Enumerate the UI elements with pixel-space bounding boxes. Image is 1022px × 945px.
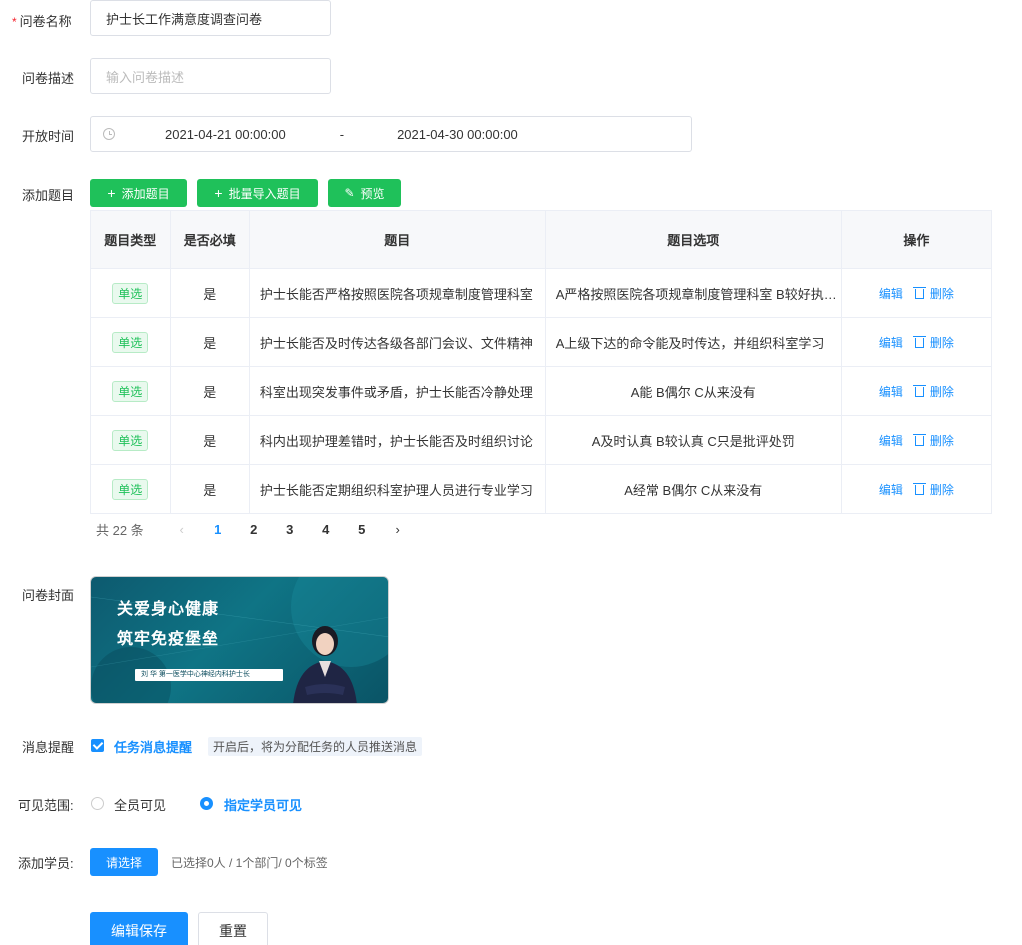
cover-caption: 刘 华 第一医学中心神经内科护士长 xyxy=(135,669,283,681)
table-row: 单选 是 科室出现突发事件或矛盾，护士长能否冷静处理 A能 B偶尔 C从来没有 … xyxy=(90,366,993,416)
radio-all[interactable] xyxy=(91,797,104,810)
type-tag: 单选 xyxy=(112,478,149,500)
end-time[interactable]: 2021-04-30 00:00:00 xyxy=(397,127,518,142)
trash-icon[interactable] xyxy=(912,433,926,446)
required-cell: 是 xyxy=(169,268,250,318)
date-range-picker[interactable]: 2021-04-21 00:00:00 - 2021-04-30 00:00:0… xyxy=(90,116,692,152)
cover-image[interactable]: 关爱身心健康 筑牢免疫堡垒 刘 华 第一医学中心神经内科护士长 xyxy=(90,576,389,704)
range-separator: - xyxy=(339,126,345,142)
delete-link[interactable]: 删除 xyxy=(930,336,954,350)
table-row: 单选 是 科内出现护理差错时，护士长能否及时组织讨论 A及时认真 B较认真 C只… xyxy=(90,415,993,465)
page-2[interactable]: 2 xyxy=(236,522,272,537)
header-question: 题目 xyxy=(248,210,546,269)
desc-label: 问卷描述 xyxy=(22,71,75,86)
save-button[interactable]: 编辑保存 xyxy=(90,912,188,945)
cover-title-2: 筑牢免疫堡垒 xyxy=(117,631,220,648)
options-cell: A严格按照医院各项规章制度管理科室 B较好执行 C执行不到位 xyxy=(544,268,842,318)
required-cell: 是 xyxy=(169,415,250,465)
required-mark: * xyxy=(12,15,17,29)
edit-link[interactable]: 编辑 xyxy=(879,336,903,350)
edit-link[interactable]: 编辑 xyxy=(879,483,903,497)
table-row: 单选 是 护士长能否及时传达各级各部门会议、文件精神 A上级下达的命令能及时传达… xyxy=(90,317,993,367)
questions-table: 题目类型 是否必填 题目 题目选项 操作 单选 是 护士长能否严格按照医院各项规… xyxy=(90,210,993,514)
header-actions: 操作 xyxy=(840,210,993,269)
header-required: 是否必填 xyxy=(169,210,250,269)
page-5[interactable]: 5 xyxy=(344,522,380,537)
cover-title-1: 关爱身心健康 xyxy=(117,601,220,618)
delete-link[interactable]: 删除 xyxy=(930,483,954,497)
students-label: 添加学员: xyxy=(18,856,74,871)
edit-link[interactable]: 编辑 xyxy=(879,287,903,301)
desc-input[interactable]: 输入问卷描述 xyxy=(90,58,331,94)
name-label: * 问卷名称 xyxy=(12,14,72,29)
time-label: 开放时间 xyxy=(22,129,75,144)
plus-icon: + xyxy=(214,185,223,201)
page-1[interactable]: 1 xyxy=(200,522,236,537)
question-cell: 护士长能否严格按照医院各项规章制度管理科室 xyxy=(248,268,546,318)
page-3[interactable]: 3 xyxy=(272,522,308,537)
questions-label: 添加题目 xyxy=(22,188,75,203)
delete-link[interactable]: 删除 xyxy=(930,434,954,448)
options-cell: A能 B偶尔 C从来没有 xyxy=(544,366,842,416)
batch-import-button[interactable]: + 批量导入题目 xyxy=(197,179,318,207)
reminder-label: 消息提醒 xyxy=(22,740,75,755)
type-tag: 单选 xyxy=(112,380,149,402)
start-time[interactable]: 2021-04-21 00:00:00 xyxy=(165,127,286,142)
add-question-button[interactable]: + 添加题目 xyxy=(90,179,187,207)
person-illustration xyxy=(293,626,357,703)
options-cell: A经常 B偶尔 C从来没有 xyxy=(544,464,842,514)
next-page-icon[interactable]: › xyxy=(380,522,416,537)
reminder-checkbox-label[interactable]: 任务消息提醒 xyxy=(114,737,192,756)
pagination: 共 22 条 ‹ 1 2 3 4 5 › xyxy=(96,520,416,539)
required-cell: 是 xyxy=(169,366,250,416)
edit-link[interactable]: 编辑 xyxy=(879,434,903,448)
radio-selected-label[interactable]: 指定学员可见 xyxy=(224,795,302,814)
trash-icon[interactable] xyxy=(912,482,926,495)
select-students-button[interactable]: 请选择 xyxy=(90,848,158,876)
type-tag: 单选 xyxy=(112,429,149,451)
reset-button[interactable]: 重置 xyxy=(198,912,268,945)
visibility-label: 可见范围: xyxy=(18,798,74,813)
options-cell: A及时认真 B较认真 C只是批评处罚 xyxy=(544,415,842,465)
required-cell: 是 xyxy=(169,464,250,514)
table-header-row: 题目类型 是否必填 题目 题目选项 操作 xyxy=(90,210,993,269)
clock-icon xyxy=(103,128,115,140)
reminder-checkbox[interactable] xyxy=(91,739,104,752)
delete-link[interactable]: 删除 xyxy=(930,385,954,399)
question-cell: 科内出现护理差错时，护士长能否及时组织讨论 xyxy=(248,415,546,465)
delete-link[interactable]: 删除 xyxy=(930,287,954,301)
name-input[interactable]: 护士长工作满意度调查问卷 xyxy=(90,0,331,36)
type-tag: 单选 xyxy=(112,282,149,304)
question-cell: 护士长能否及时传达各级各部门会议、文件精神 xyxy=(248,317,546,367)
table-row: 单选 是 护士长能否定期组织科室护理人员进行专业学习 A经常 B偶尔 C从来没有… xyxy=(90,464,993,514)
header-type: 题目类型 xyxy=(90,210,171,269)
type-tag: 单选 xyxy=(112,331,149,353)
question-cell: 护士长能否定期组织科室护理人员进行专业学习 xyxy=(248,464,546,514)
cover-label: 问卷封面 xyxy=(22,588,75,603)
trash-icon[interactable] xyxy=(912,335,926,348)
trash-icon[interactable] xyxy=(912,286,926,299)
plus-icon: + xyxy=(107,185,116,201)
radio-all-label[interactable]: 全员可见 xyxy=(114,795,166,814)
total-count: 共 22 条 xyxy=(96,523,144,538)
question-cell: 科室出现突发事件或矛盾，护士长能否冷静处理 xyxy=(248,366,546,416)
header-options: 题目选项 xyxy=(544,210,842,269)
trash-icon[interactable] xyxy=(912,384,926,397)
required-cell: 是 xyxy=(169,317,250,367)
radio-selected[interactable] xyxy=(200,797,213,810)
edit-link[interactable]: 编辑 xyxy=(879,385,903,399)
students-summary: 已选择0人 / 1个部门/ 0个标签 xyxy=(171,856,328,870)
reminder-hint: 开启后，将为分配任务的人员推送消息 xyxy=(208,737,423,756)
preview-button[interactable]: ✎ 预览 xyxy=(328,179,401,207)
options-cell: A上级下达的命令能及时传达，并组织科室学习 xyxy=(544,317,842,367)
edit-pen-icon: ✎ xyxy=(344,186,355,200)
prev-page-icon[interactable]: ‹ xyxy=(164,522,200,537)
table-row: 单选 是 护士长能否严格按照医院各项规章制度管理科室 A严格按照医院各项规章制度… xyxy=(90,268,993,318)
page-4[interactable]: 4 xyxy=(308,522,344,537)
